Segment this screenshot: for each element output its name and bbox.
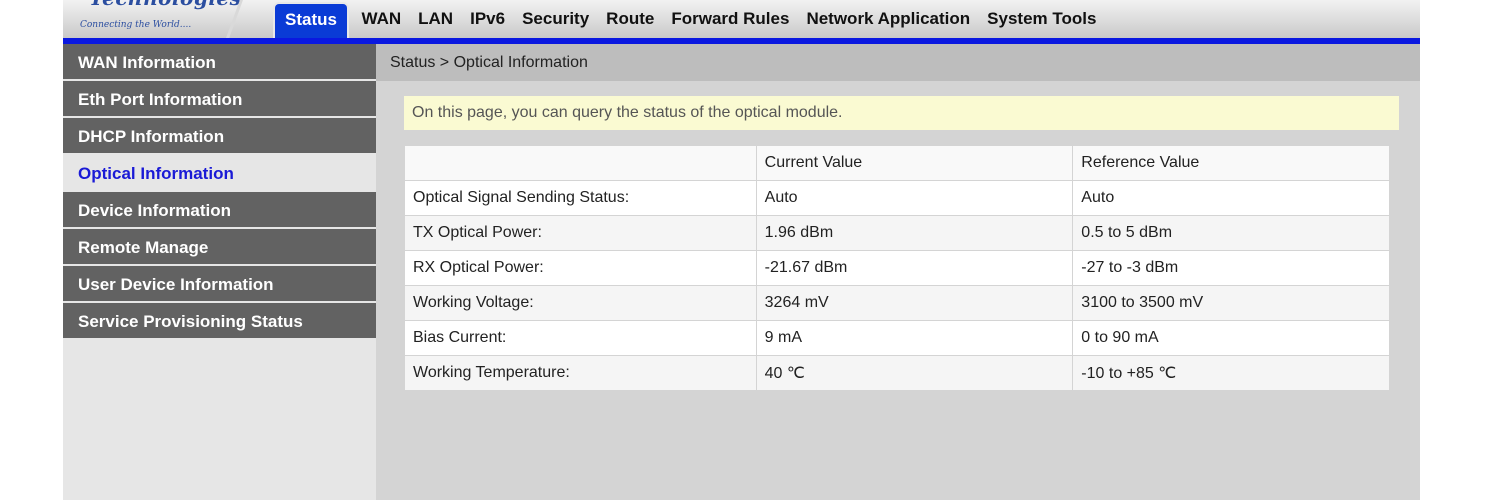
tab-network-application[interactable]: Network Application — [798, 0, 979, 38]
sidebar-item-eth-port-information[interactable]: Eth Port Information — [63, 81, 376, 118]
current-value: 40 ℃ — [755, 355, 1074, 391]
table-row: Bias Current: 9 mA 0 to 90 mA — [404, 320, 1390, 356]
tab-route[interactable]: Route — [598, 0, 663, 38]
sidebar-item-user-device-information[interactable]: User Device Information — [63, 266, 376, 303]
tab-status[interactable]: Status — [273, 2, 349, 38]
current-value: 3264 mV — [755, 285, 1074, 321]
reference-value: -10 to +85 ℃ — [1072, 355, 1390, 391]
info-notice: On this page, you can query the status o… — [404, 96, 1399, 130]
row-label: RX Optical Power: — [404, 250, 757, 286]
column-header — [404, 145, 757, 181]
row-label: Working Voltage: — [404, 285, 757, 321]
tab-forward-rules[interactable]: Forward Rules — [663, 0, 798, 38]
row-label: Working Temperature: — [404, 355, 757, 391]
sidebar-item-wan-information[interactable]: WAN Information — [63, 44, 376, 81]
tab-system-tools[interactable]: System Tools — [979, 0, 1105, 38]
sidebar-item-remote-manage[interactable]: Remote Manage — [63, 229, 376, 266]
current-value: Auto — [755, 180, 1074, 216]
router-admin-page: Technologies Connecting the World.... St… — [63, 0, 1420, 500]
reference-value: -27 to -3 dBm — [1072, 250, 1390, 286]
reference-value: 0.5 to 5 dBm — [1072, 215, 1390, 251]
current-value: -21.67 dBm — [755, 250, 1074, 286]
row-label: Bias Current: — [404, 320, 757, 356]
table-row: Optical Signal Sending Status: Auto Auto — [404, 180, 1390, 216]
sidebar-item-dhcp-information[interactable]: DHCP Information — [63, 118, 376, 155]
row-label: TX Optical Power: — [404, 215, 757, 251]
logo-tagline: Connecting the World.... — [80, 20, 192, 30]
tab-wan[interactable]: WAN — [353, 0, 410, 38]
logo-text: Technologies — [89, 0, 241, 10]
tab-lan[interactable]: LAN — [410, 0, 462, 38]
table-row: Working Temperature: 40 ℃ -10 to +85 ℃ — [404, 355, 1390, 391]
row-label: Optical Signal Sending Status: — [404, 180, 757, 216]
sidebar-item-optical-information[interactable]: Optical Information — [63, 155, 376, 192]
table-header-row: Current Value Reference Value — [404, 145, 1390, 181]
current-value: 1.96 dBm — [755, 215, 1074, 251]
column-header-current-value: Current Value — [755, 145, 1074, 181]
column-header-reference-value: Reference Value — [1072, 145, 1390, 181]
top-header: Technologies Connecting the World.... St… — [63, 0, 1420, 38]
reference-value: 0 to 90 mA — [1072, 320, 1390, 356]
reference-value: 3100 to 3500 mV — [1072, 285, 1390, 321]
tab-ipv6[interactable]: IPv6 — [462, 0, 514, 38]
sidebar: WAN Information Eth Port Information DHC… — [63, 44, 376, 500]
breadcrumb: Status > Optical Information — [376, 44, 1420, 81]
sidebar-item-service-provisioning-status[interactable]: Service Provisioning Status — [63, 303, 376, 340]
table-row: TX Optical Power: 1.96 dBm 0.5 to 5 dBm — [404, 215, 1390, 251]
table-row: RX Optical Power: -21.67 dBm -27 to -3 d… — [404, 250, 1390, 286]
optical-info-table: Current Value Reference Value Optical Si… — [404, 145, 1390, 391]
main-content: Status > Optical Information On this pag… — [376, 44, 1420, 500]
brand-logo: Technologies Connecting the World.... — [63, 0, 243, 38]
reference-value: Auto — [1072, 180, 1390, 216]
tab-security[interactable]: Security — [514, 0, 598, 38]
table-row: Working Voltage: 3264 mV 3100 to 3500 mV — [404, 285, 1390, 321]
main-nav-tabs: Status WAN LAN IPv6 Security Route Forwa… — [273, 0, 1105, 38]
sidebar-item-device-information[interactable]: Device Information — [63, 192, 376, 229]
current-value: 9 mA — [755, 320, 1074, 356]
